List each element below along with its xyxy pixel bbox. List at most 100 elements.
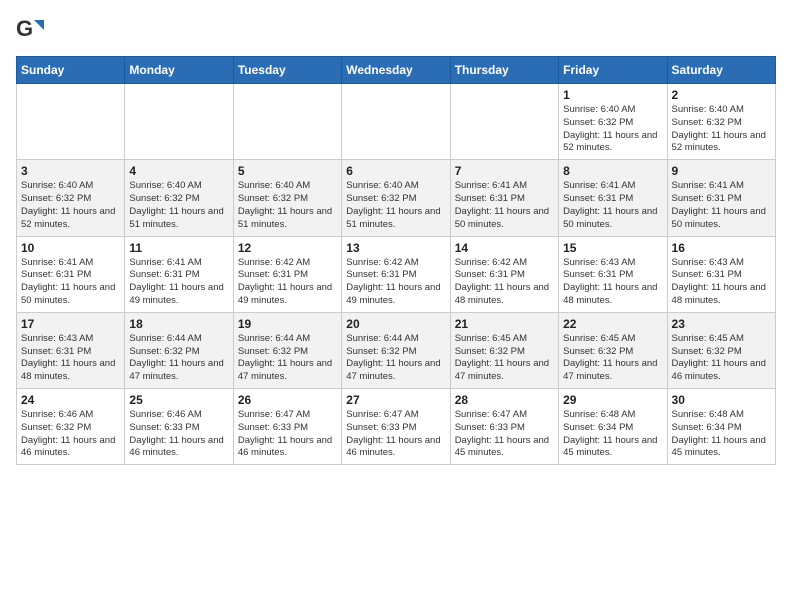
- day-info: Sunrise: 6:44 AM Sunset: 6:32 PM Dayligh…: [346, 333, 445, 384]
- day-number: 8: [563, 164, 662, 178]
- calendar-cell: 3 Sunrise: 6:40 AM Sunset: 6:32 PM Daylig…: [17, 160, 125, 236]
- calendar-cell: 2Sunrise: 6:40 AM Sunset: 6:32 PM Daylig…: [667, 84, 775, 160]
- calendar-header-friday: Friday: [559, 57, 667, 84]
- calendar-cell: 20 Sunrise: 6:44 AM Sunset: 6:32 PM Dayli…: [342, 312, 450, 388]
- day-info: Sunrise: 6:41 AM Sunset: 6:31 PM Dayligh…: [672, 180, 771, 231]
- day-number: 2: [672, 88, 771, 102]
- day-number: 9: [672, 164, 771, 178]
- day-info: Sunrise: 6:40 AM Sunset: 6:32 PM Dayligh…: [129, 180, 228, 231]
- day-info: Sunrise: 6:45 AM Sunset: 6:32 PM Dayligh…: [455, 333, 554, 384]
- day-number: 3: [21, 164, 120, 178]
- day-info: Sunrise: 6:43 AM Sunset: 6:31 PM Dayligh…: [21, 333, 120, 384]
- calendar-header-row: SundayMondayTuesdayWednesdayThursdayFrid…: [17, 57, 776, 84]
- day-number: 12: [238, 241, 337, 255]
- day-info: Sunrise: 6:40 AM Sunset: 6:32 PM Dayligh…: [346, 180, 445, 231]
- day-number: 10: [21, 241, 120, 255]
- calendar-cell: 12 Sunrise: 6:42 AM Sunset: 6:31 PM Dayli…: [233, 236, 341, 312]
- calendar-cell: 25 Sunrise: 6:46 AM Sunset: 6:33 PM Dayli…: [125, 389, 233, 465]
- calendar-cell: 24 Sunrise: 6:46 AM Sunset: 6:32 PM Dayli…: [17, 389, 125, 465]
- day-info: Sunrise: 6:41 AM Sunset: 6:31 PM Dayligh…: [563, 180, 662, 231]
- day-info: Sunrise: 6:40 AM Sunset: 6:32 PM Dayligh…: [21, 180, 120, 231]
- calendar-cell: 22Sunrise: 6:45 AM Sunset: 6:32 PM Dayli…: [559, 312, 667, 388]
- svg-text:G: G: [16, 16, 33, 41]
- day-number: 17: [21, 317, 120, 331]
- calendar-cell: 9 Sunrise: 6:41 AM Sunset: 6:31 PM Daylig…: [667, 160, 775, 236]
- day-info: Sunrise: 6:48 AM Sunset: 6:34 PM Dayligh…: [672, 409, 771, 460]
- day-number: 29: [563, 393, 662, 407]
- calendar-cell: 10Sunrise: 6:41 AM Sunset: 6:31 PM Dayli…: [17, 236, 125, 312]
- day-number: 23: [672, 317, 771, 331]
- day-number: 1: [563, 88, 662, 102]
- calendar-week-row: 1Sunrise: 6:40 AM Sunset: 6:32 PM Daylig…: [17, 84, 776, 160]
- calendar-cell: 4 Sunrise: 6:40 AM Sunset: 6:32 PM Daylig…: [125, 160, 233, 236]
- day-number: 26: [238, 393, 337, 407]
- calendar-cell: 5Sunrise: 6:40 AM Sunset: 6:32 PM Daylig…: [233, 160, 341, 236]
- day-number: 6: [346, 164, 445, 178]
- day-info: Sunrise: 6:45 AM Sunset: 6:32 PM Dayligh…: [672, 333, 771, 384]
- day-number: 15: [563, 241, 662, 255]
- day-number: 16: [672, 241, 771, 255]
- calendar-cell: 19 Sunrise: 6:44 AM Sunset: 6:32 PM Dayli…: [233, 312, 341, 388]
- day-info: Sunrise: 6:45 AM Sunset: 6:32 PM Dayligh…: [563, 333, 662, 384]
- logo-icon: G: [16, 16, 44, 44]
- logo: G: [16, 16, 48, 44]
- calendar-cell: 30 Sunrise: 6:48 AM Sunset: 6:34 PM Dayli…: [667, 389, 775, 465]
- calendar-cell: 29Sunrise: 6:48 AM Sunset: 6:34 PM Dayli…: [559, 389, 667, 465]
- calendar-header-tuesday: Tuesday: [233, 57, 341, 84]
- calendar-cell: 23 Sunrise: 6:45 AM Sunset: 6:32 PM Dayli…: [667, 312, 775, 388]
- day-info: Sunrise: 6:42 AM Sunset: 6:31 PM Dayligh…: [346, 257, 445, 308]
- day-number: 4: [129, 164, 228, 178]
- calendar-cell: 8 Sunrise: 6:41 AM Sunset: 6:31 PM Daylig…: [559, 160, 667, 236]
- day-info: Sunrise: 6:43 AM Sunset: 6:31 PM Dayligh…: [672, 257, 771, 308]
- day-number: 25: [129, 393, 228, 407]
- day-number: 5: [238, 164, 337, 178]
- calendar-header-sunday: Sunday: [17, 57, 125, 84]
- calendar-cell: 7Sunrise: 6:41 AM Sunset: 6:31 PM Daylig…: [450, 160, 558, 236]
- day-number: 18: [129, 317, 228, 331]
- day-number: 24: [21, 393, 120, 407]
- day-number: 30: [672, 393, 771, 407]
- calendar-cell: 26 Sunrise: 6:47 AM Sunset: 6:33 PM Dayli…: [233, 389, 341, 465]
- calendar-cell: 27 Sunrise: 6:47 AM Sunset: 6:33 PM Dayli…: [342, 389, 450, 465]
- day-number: 14: [455, 241, 554, 255]
- calendar-header-thursday: Thursday: [450, 57, 558, 84]
- day-info: Sunrise: 6:42 AM Sunset: 6:31 PM Dayligh…: [238, 257, 337, 308]
- calendar-header-wednesday: Wednesday: [342, 57, 450, 84]
- calendar-cell: 16 Sunrise: 6:43 AM Sunset: 6:31 PM Dayli…: [667, 236, 775, 312]
- day-info: Sunrise: 6:46 AM Sunset: 6:32 PM Dayligh…: [21, 409, 120, 460]
- day-number: 11: [129, 241, 228, 255]
- day-info: Sunrise: 6:44 AM Sunset: 6:32 PM Dayligh…: [129, 333, 228, 384]
- calendar-header-monday: Monday: [125, 57, 233, 84]
- calendar-cell: 6 Sunrise: 6:40 AM Sunset: 6:32 PM Daylig…: [342, 160, 450, 236]
- calendar-cell: 15 Sunrise: 6:43 AM Sunset: 6:31 PM Dayli…: [559, 236, 667, 312]
- day-info: Sunrise: 6:41 AM Sunset: 6:31 PM Dayligh…: [455, 180, 554, 231]
- calendar-cell: 13Sunrise: 6:42 AM Sunset: 6:31 PM Dayli…: [342, 236, 450, 312]
- day-info: Sunrise: 6:43 AM Sunset: 6:31 PM Dayligh…: [563, 257, 662, 308]
- day-number: 20: [346, 317, 445, 331]
- day-info: Sunrise: 6:47 AM Sunset: 6:33 PM Dayligh…: [455, 409, 554, 460]
- day-number: 28: [455, 393, 554, 407]
- calendar-cell: 14 Sunrise: 6:42 AM Sunset: 6:31 PM Dayli…: [450, 236, 558, 312]
- day-number: 19: [238, 317, 337, 331]
- calendar-week-row: 17 Sunrise: 6:43 AM Sunset: 6:31 PM Dayli…: [17, 312, 776, 388]
- day-number: 27: [346, 393, 445, 407]
- page-header: G: [16, 16, 776, 44]
- day-info: Sunrise: 6:47 AM Sunset: 6:33 PM Dayligh…: [238, 409, 337, 460]
- calendar-cell: [450, 84, 558, 160]
- calendar-week-row: 24 Sunrise: 6:46 AM Sunset: 6:32 PM Dayli…: [17, 389, 776, 465]
- day-info: Sunrise: 6:44 AM Sunset: 6:32 PM Dayligh…: [238, 333, 337, 384]
- calendar-cell: 21Sunrise: 6:45 AM Sunset: 6:32 PM Dayli…: [450, 312, 558, 388]
- calendar-cell: [17, 84, 125, 160]
- calendar-week-row: 3 Sunrise: 6:40 AM Sunset: 6:32 PM Daylig…: [17, 160, 776, 236]
- day-info: Sunrise: 6:46 AM Sunset: 6:33 PM Dayligh…: [129, 409, 228, 460]
- calendar-cell: [233, 84, 341, 160]
- calendar-cell: 11 Sunrise: 6:41 AM Sunset: 6:31 PM Dayli…: [125, 236, 233, 312]
- calendar-cell: [125, 84, 233, 160]
- calendar-cell: [342, 84, 450, 160]
- calendar-cell: 28 Sunrise: 6:47 AM Sunset: 6:33 PM Dayli…: [450, 389, 558, 465]
- day-info: Sunrise: 6:41 AM Sunset: 6:31 PM Dayligh…: [129, 257, 228, 308]
- day-info: Sunrise: 6:42 AM Sunset: 6:31 PM Dayligh…: [455, 257, 554, 308]
- calendar-cell: 18 Sunrise: 6:44 AM Sunset: 6:32 PM Dayli…: [125, 312, 233, 388]
- calendar-cell: 1Sunrise: 6:40 AM Sunset: 6:32 PM Daylig…: [559, 84, 667, 160]
- day-info: Sunrise: 6:47 AM Sunset: 6:33 PM Dayligh…: [346, 409, 445, 460]
